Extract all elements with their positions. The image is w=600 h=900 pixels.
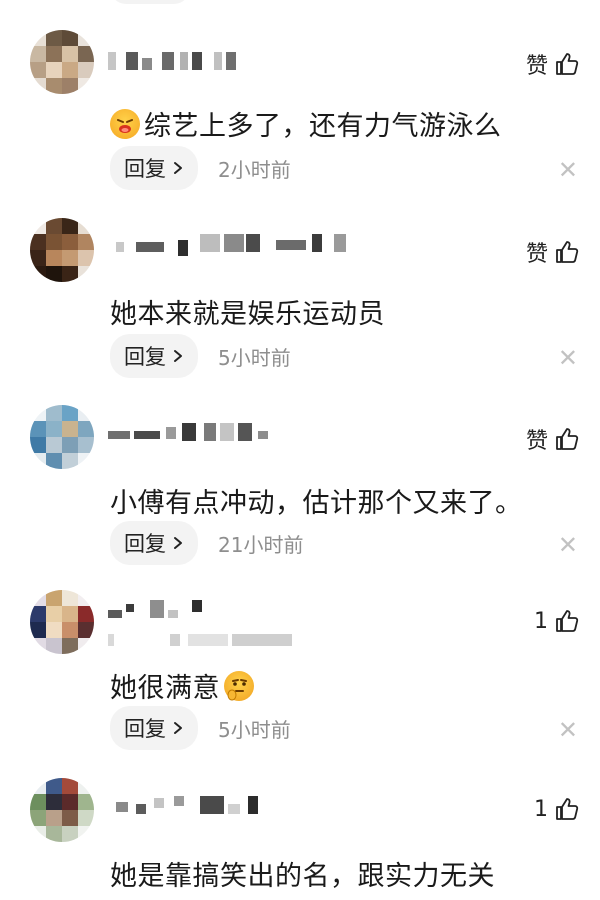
comment-text-row: 综艺上多了，还有力气游泳么 <box>110 104 502 143</box>
username-blurred[interactable] <box>108 600 408 622</box>
comment-text: 小傅有点冲动，估计那个又来了。 <box>110 488 523 519</box>
reply-label: 回复 <box>124 532 166 556</box>
like-count: 1 <box>534 608 548 634</box>
thumbs-up-icon <box>554 239 580 265</box>
comment-text-row: 她本来就是娱乐运动员 <box>110 292 385 331</box>
reply-button[interactable]: 回复 <box>110 334 198 378</box>
avatar[interactable] <box>30 590 94 654</box>
like-button[interactable]: 赞 <box>526 236 580 268</box>
comment-text-row: 小傅有点冲动，估计那个又来了。 <box>110 481 523 520</box>
username-blurred[interactable] <box>108 52 408 74</box>
avatar[interactable] <box>30 30 94 94</box>
comment-meta: 回复 21小时前 <box>110 521 303 565</box>
thumbs-up-icon <box>554 796 580 822</box>
like-button[interactable]: 1 <box>534 796 580 822</box>
thumbs-up-icon <box>554 51 580 77</box>
reply-button[interactable]: 回复 <box>110 146 198 190</box>
reply-label: 回复 <box>124 345 166 369</box>
thinking-face-emoji <box>224 670 254 701</box>
like-label: 赞 <box>525 242 548 267</box>
comment-time: 5小时前 <box>218 717 291 742</box>
close-icon[interactable]: ✕ <box>558 533 578 557</box>
chevron-right-icon <box>172 344 184 368</box>
comment-text: 她本来就是娱乐运动员 <box>110 299 385 330</box>
comment-text: 她很满意 <box>110 673 220 704</box>
reply-label: 回复 <box>124 157 166 181</box>
like-label: 赞 <box>525 54 548 79</box>
like-label: 赞 <box>525 429 548 454</box>
chevron-right-icon <box>172 716 184 740</box>
thumbs-up-icon <box>554 608 580 634</box>
comment-time: 21小时前 <box>218 532 304 557</box>
chevron-right-icon <box>172 531 184 555</box>
comment-meta: 回复 2小时前 <box>110 146 291 190</box>
comment-time: 2小时前 <box>218 157 291 182</box>
previous-reply-button-partial[interactable] <box>110 0 190 4</box>
user-subtitle-blurred <box>108 634 328 648</box>
avatar[interactable] <box>30 778 94 842</box>
like-button[interactable]: 赞 <box>526 423 580 455</box>
comment-meta: 回复 5小时前 <box>110 334 291 378</box>
comment-text: 她是靠搞笑出的名，跟实力无关 <box>110 861 495 892</box>
close-icon[interactable]: ✕ <box>558 158 578 182</box>
username-blurred[interactable] <box>108 423 408 445</box>
chevron-right-icon <box>172 156 184 180</box>
reply-button[interactable]: 回复 <box>110 521 198 565</box>
avatar[interactable] <box>30 218 94 282</box>
like-button[interactable]: 1 <box>534 608 580 634</box>
close-icon[interactable]: ✕ <box>558 346 578 370</box>
like-button[interactable]: 赞 <box>526 48 580 80</box>
like-count: 1 <box>534 796 548 822</box>
close-icon[interactable]: ✕ <box>558 718 578 742</box>
reply-button[interactable]: 回复 <box>110 706 198 750</box>
comment-text-row: 她是靠搞笑出的名，跟实力无关 <box>110 854 495 893</box>
comment-text: 综艺上多了，还有力气游泳么 <box>144 111 502 142</box>
pouting-face-emoji <box>110 108 140 139</box>
comment-meta: 回复 5小时前 <box>110 706 291 750</box>
reply-label: 回复 <box>124 717 166 741</box>
comment-text-row: 她很满意 <box>110 666 254 705</box>
username-blurred[interactable] <box>108 796 408 818</box>
avatar[interactable] <box>30 405 94 469</box>
comment-time: 5小时前 <box>218 345 291 370</box>
username-blurred[interactable] <box>108 234 408 256</box>
thumbs-up-icon <box>554 426 580 452</box>
